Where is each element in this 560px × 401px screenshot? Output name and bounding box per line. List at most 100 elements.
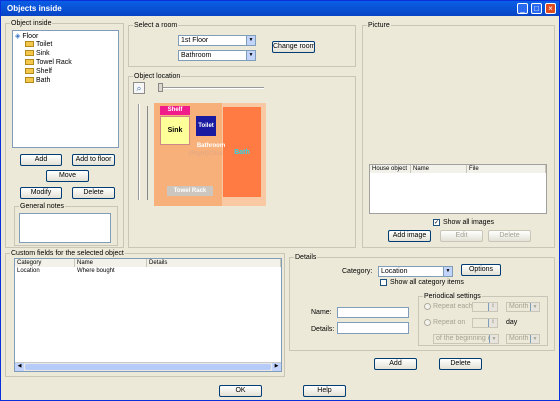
- edit-image-button[interactable]: Edit: [440, 230, 483, 242]
- details-field-label: Details:: [311, 326, 335, 333]
- show-all-images-checkbox[interactable]: ✓: [433, 219, 440, 226]
- select-room-label: Select a room: [133, 21, 179, 30]
- zoom-icon[interactable]: ⌕: [133, 82, 145, 94]
- close-button[interactable]: ×: [545, 3, 556, 14]
- title-bar[interactable]: Objects inside: [1, 1, 559, 16]
- maximize-button[interactable]: □: [531, 3, 542, 14]
- change-room-button[interactable]: Change room: [272, 41, 315, 53]
- tree-node-shelf[interactable]: Shelf: [25, 68, 52, 75]
- folder-icon: [25, 77, 34, 84]
- horizontal-slider-track[interactable]: [160, 87, 264, 89]
- tree-node-toilet[interactable]: Toilet: [25, 41, 52, 48]
- spinner-icon: ⇕: [488, 319, 497, 327]
- repeat-each-stepper[interactable]: ⇕: [472, 302, 498, 312]
- beginning-unit-select[interactable]: Month ▼: [506, 334, 540, 344]
- picture-label: Picture: [367, 21, 391, 30]
- details-input[interactable]: [337, 322, 409, 334]
- repeat-each-radio[interactable]: [424, 303, 431, 310]
- category-label: Category:: [342, 268, 373, 275]
- spinner-icon: ⇕: [488, 303, 497, 311]
- category-select[interactable]: Location ▼: [378, 266, 453, 277]
- room-name-label: Bathroom: [196, 143, 226, 149]
- chevron-down-icon: ▼: [443, 267, 452, 276]
- object-tree[interactable]: ◈ Floor Toilet Sink Towel Rack Shelf Bat…: [12, 30, 119, 148]
- object-location-label: Object location: [133, 72, 182, 81]
- repeat-each-label: Repeat each: [433, 303, 473, 310]
- column-header-category[interactable]: Category: [15, 259, 75, 267]
- add-image-button[interactable]: Add image: [388, 230, 431, 242]
- add-button[interactable]: Add: [20, 154, 62, 166]
- horizontal-scrollbar[interactable]: ◀ ▶: [15, 362, 281, 371]
- repeat-on-radio[interactable]: [424, 319, 431, 326]
- tree-node-sink[interactable]: Sink: [25, 50, 50, 57]
- tree-node-towel-rack[interactable]: Towel Rack: [25, 59, 72, 66]
- room-select[interactable]: Bathroom ▼: [178, 50, 256, 61]
- scrollbar-thumb[interactable]: [25, 364, 271, 370]
- repeat-on-label: Repeat on: [433, 319, 466, 326]
- details-label: Details: [294, 253, 318, 262]
- tree-node-bath[interactable]: Bath: [25, 77, 50, 84]
- right-click-hint: [Right]Click: [189, 151, 223, 157]
- custom-fields-list[interactable]: Category Name Details Location Where bou…: [14, 258, 282, 372]
- delete-detail-button[interactable]: Delete: [439, 358, 482, 370]
- tree-node-floor[interactable]: ◈ Floor: [15, 32, 38, 40]
- cell-name: Where bought: [77, 268, 115, 274]
- sink-object[interactable]: Sink: [160, 116, 190, 145]
- toilet-object[interactable]: Toilet: [196, 116, 216, 136]
- beginning-select[interactable]: of the beginning of ▼: [433, 334, 499, 344]
- scroll-right-icon[interactable]: ▶: [272, 363, 281, 371]
- folder-icon: [25, 68, 34, 75]
- folder-icon: [25, 59, 34, 66]
- chevron-down-icon: ▼: [530, 335, 539, 343]
- floor-select[interactable]: 1st Floor ▼: [178, 35, 256, 46]
- show-all-category-items-checkbox[interactable]: [380, 279, 387, 286]
- vertical-slider-track[interactable]: [138, 104, 140, 200]
- scroll-left-icon[interactable]: ◀: [15, 363, 24, 371]
- cell-category: Location: [17, 268, 40, 274]
- options-button[interactable]: Options: [461, 264, 501, 276]
- show-all-images-label: Show all images: [443, 219, 494, 226]
- images-list[interactable]: House object Name File: [369, 164, 547, 214]
- shelf-object[interactable]: Shelf: [160, 106, 190, 115]
- column-header-file[interactable]: File: [467, 165, 546, 173]
- move-button[interactable]: Move: [46, 170, 89, 182]
- floor-icon: ◈: [15, 33, 21, 40]
- column-header-details[interactable]: Details: [147, 259, 281, 267]
- general-notes-textarea[interactable]: [19, 213, 111, 243]
- room-map[interactable]: Shelf Sink Toilet Bath Bathroom [Right]C…: [154, 103, 266, 206]
- add-to-floor-button[interactable]: Add to floor: [72, 154, 115, 166]
- modify-button[interactable]: Modify: [20, 187, 62, 199]
- picture-group: Picture: [362, 21, 555, 248]
- general-notes-label: General notes: [19, 202, 65, 211]
- chevron-down-icon: ▼: [530, 303, 539, 311]
- ok-button[interactable]: OK: [219, 385, 262, 397]
- repeat-each-unit-select[interactable]: Month ▼: [506, 302, 540, 312]
- towel-rack-object[interactable]: Towel Rack: [167, 186, 213, 196]
- window-title: Objects inside: [7, 4, 62, 13]
- table-row[interactable]: Location Where bought: [15, 268, 281, 277]
- help-button[interactable]: Help: [303, 385, 346, 397]
- column-header-name[interactable]: Name: [411, 165, 467, 173]
- chevron-down-icon: ▼: [489, 335, 498, 343]
- show-all-category-items-label: Show all category items: [390, 279, 464, 286]
- minimize-button[interactable]: _: [517, 3, 528, 14]
- folder-icon: [25, 41, 34, 48]
- name-label: Name:: [311, 309, 332, 316]
- periodical-settings-label: Periodical settings: [423, 292, 482, 301]
- column-header-house-object[interactable]: House object: [370, 165, 411, 173]
- chevron-down-icon: ▼: [246, 36, 255, 45]
- folder-icon: [25, 50, 34, 57]
- column-header-name[interactable]: Name: [75, 259, 147, 267]
- custom-fields-label: Custom fields for the selected object: [10, 249, 125, 258]
- delete-object-button[interactable]: Delete: [72, 187, 115, 199]
- vertical-ruler: [147, 106, 151, 200]
- add-detail-button[interactable]: Add: [374, 358, 417, 370]
- day-label: day: [506, 319, 518, 326]
- horizontal-slider-thumb[interactable]: [158, 83, 163, 92]
- dialog-window: Objects inside _ □ × Object inside ◈ Flo…: [0, 0, 560, 401]
- object-inside-label: Object inside: [10, 19, 53, 28]
- repeat-on-stepper[interactable]: ⇕: [472, 318, 498, 328]
- name-input[interactable]: [337, 307, 409, 318]
- chevron-down-icon: ▼: [246, 51, 255, 60]
- delete-image-button[interactable]: Delete: [488, 230, 531, 242]
